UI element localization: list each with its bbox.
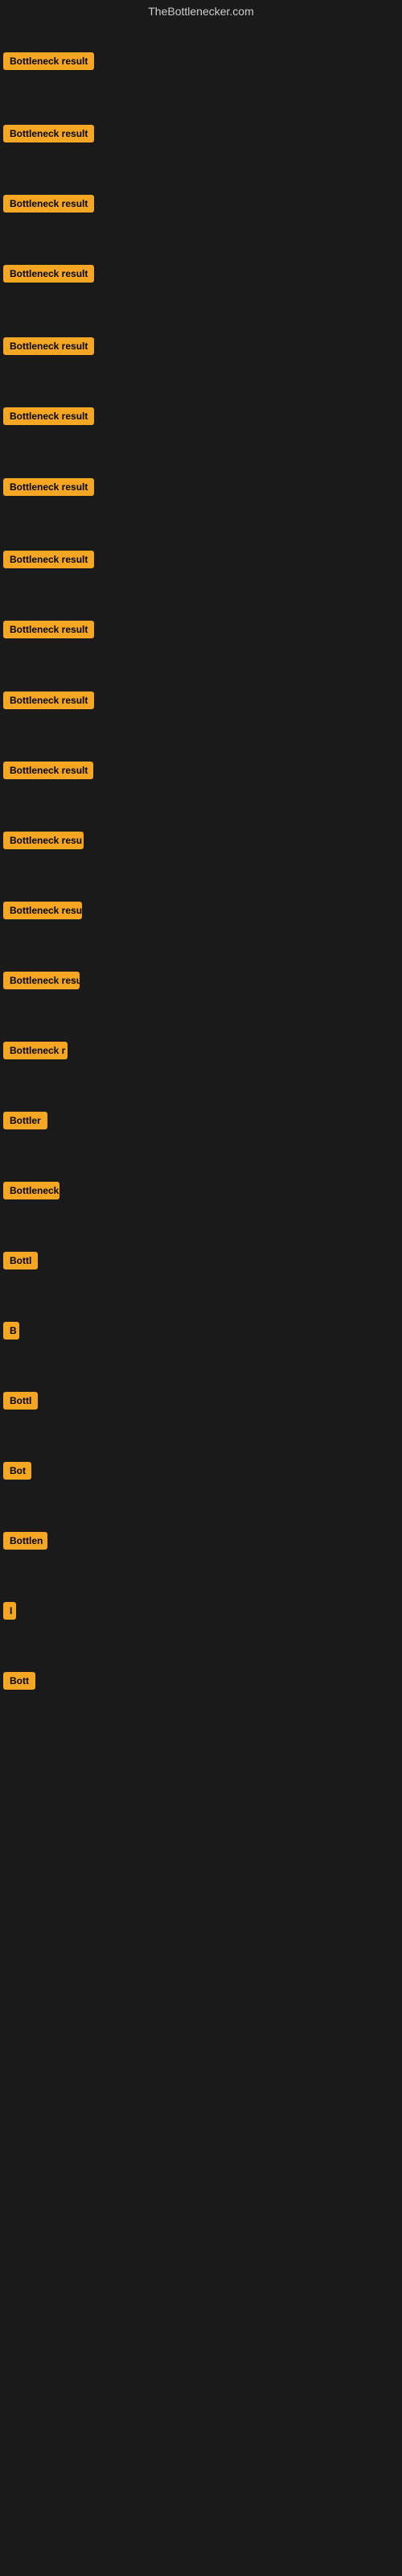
bottleneck-badge-5: Bottleneck result	[3, 337, 94, 355]
bottleneck-badge-16: Bottler	[3, 1112, 47, 1129]
bottleneck-result-16: Bottler	[3, 1112, 47, 1133]
bottleneck-badge-23: I	[3, 1602, 16, 1620]
bottleneck-result-7: Bottleneck result	[3, 478, 94, 500]
bottleneck-badge-6: Bottleneck result	[3, 407, 94, 425]
bottleneck-badge-8: Bottleneck result	[3, 551, 94, 568]
bottleneck-result-13: Bottleneck resu	[3, 902, 82, 923]
bottleneck-result-12: Bottleneck resu	[3, 832, 84, 853]
bottleneck-badge-19: B	[3, 1322, 19, 1340]
bottleneck-badge-1: Bottleneck result	[3, 52, 94, 70]
bottleneck-badge-9: Bottleneck result	[3, 621, 94, 638]
bottleneck-badge-13: Bottleneck resu	[3, 902, 82, 919]
site-title-text: TheBottlenecker.com	[148, 5, 254, 18]
bottleneck-result-15: Bottleneck r	[3, 1042, 68, 1063]
bottleneck-badge-14: Bottleneck resu	[3, 972, 80, 989]
bottleneck-badge-4: Bottleneck result	[3, 265, 94, 283]
bottleneck-result-8: Bottleneck result	[3, 551, 94, 572]
bottleneck-badge-3: Bottleneck result	[3, 195, 94, 213]
bottleneck-result-22: Bottlen	[3, 1532, 47, 1554]
bottleneck-result-20: Bottl	[3, 1392, 38, 1414]
bottleneck-badge-22: Bottlen	[3, 1532, 47, 1550]
bottleneck-badge-18: Bottl	[3, 1252, 38, 1269]
bottleneck-result-17: Bottleneck	[3, 1182, 59, 1203]
bottleneck-result-6: Bottleneck result	[3, 407, 94, 429]
bottleneck-result-5: Bottleneck result	[3, 337, 94, 359]
bottleneck-badge-11: Bottleneck result	[3, 762, 93, 779]
bottleneck-result-10: Bottleneck result	[3, 691, 94, 713]
bottleneck-result-9: Bottleneck result	[3, 621, 94, 642]
bottleneck-badge-7: Bottleneck result	[3, 478, 94, 496]
bottleneck-badge-17: Bottleneck	[3, 1182, 59, 1199]
bottleneck-badge-21: Bot	[3, 1462, 31, 1480]
site-title: TheBottlenecker.com	[0, 0, 402, 23]
bottleneck-result-18: Bottl	[3, 1252, 38, 1274]
bottleneck-result-3: Bottleneck result	[3, 195, 94, 217]
bottleneck-result-1: Bottleneck result	[3, 52, 94, 74]
bottleneck-badge-2: Bottleneck result	[3, 125, 94, 142]
bottleneck-badge-20: Bottl	[3, 1392, 38, 1410]
bottleneck-badge-24: Bott	[3, 1672, 35, 1690]
bottleneck-result-24: Bott	[3, 1672, 35, 1694]
bottleneck-result-11: Bottleneck result	[3, 762, 93, 783]
bottleneck-result-14: Bottleneck resu	[3, 972, 80, 993]
bottleneck-result-19: B	[3, 1322, 19, 1344]
bottleneck-result-21: Bot	[3, 1462, 31, 1484]
bottleneck-result-23: I	[3, 1602, 16, 1624]
bottleneck-result-4: Bottleneck result	[3, 265, 94, 287]
bottleneck-badge-10: Bottleneck result	[3, 691, 94, 709]
bottleneck-result-2: Bottleneck result	[3, 125, 94, 147]
bottleneck-badge-15: Bottleneck r	[3, 1042, 68, 1059]
bottleneck-badge-12: Bottleneck resu	[3, 832, 84, 849]
